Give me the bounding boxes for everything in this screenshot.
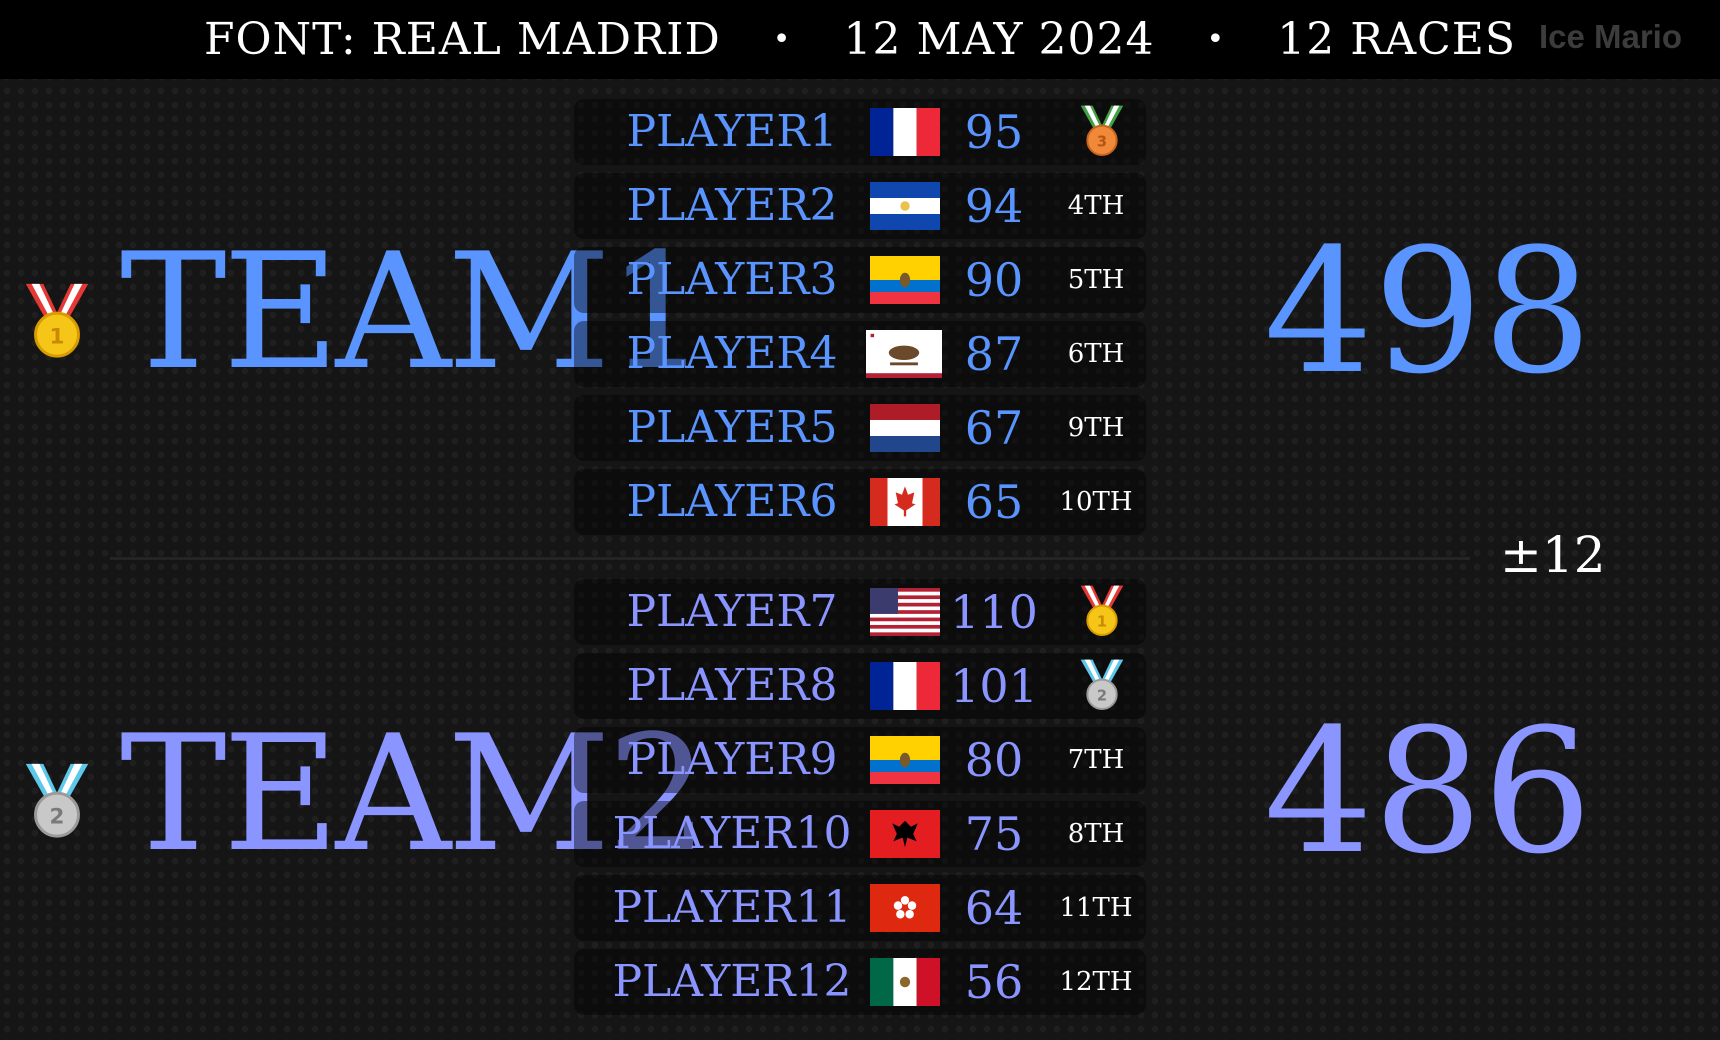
bronze-medal-icon: 3 xyxy=(1080,105,1124,156)
svg-text:2: 2 xyxy=(1097,687,1107,704)
svg-text:1: 1 xyxy=(50,324,65,349)
player-score: 94 xyxy=(964,179,1024,233)
player-score: 67 xyxy=(964,401,1024,455)
player-name: PLAYER2 xyxy=(626,180,838,231)
watermark: Ice Mario xyxy=(1538,18,1682,55)
usa-flag-icon xyxy=(870,588,940,636)
player-row: PLAYER4 87 6TH xyxy=(574,321,1146,387)
race-count: 12 RACES xyxy=(1277,14,1517,65)
score-difference: ±12 xyxy=(1500,526,1606,584)
player-row: PLAYER8 101 2 xyxy=(574,653,1146,719)
player-name: PLAYER1 xyxy=(626,106,838,157)
player-name: PLAYER4 xyxy=(626,328,838,379)
player-score: 90 xyxy=(964,253,1024,307)
player-row: PLAYER1 95 3 xyxy=(574,99,1146,165)
ecuador-flag-icon xyxy=(870,736,940,784)
player-place: 11TH xyxy=(1059,893,1133,923)
player-row: PLAYER6 65 10TH xyxy=(574,469,1146,535)
player-score: 110 xyxy=(950,585,1038,639)
player-row: PLAYER12 56 12TH xyxy=(574,949,1146,1015)
team2-score: 486 xyxy=(1263,691,1593,892)
player-score: 80 xyxy=(964,733,1024,787)
player-place: 12TH xyxy=(1059,967,1133,997)
player-row: PLAYER10 75 8TH xyxy=(574,801,1146,867)
gold-medal-icon: 1 xyxy=(1080,585,1124,636)
player-place: 7TH xyxy=(1067,745,1125,775)
event-date: 12 MAY 2024 xyxy=(843,14,1155,65)
player-name: PLAYER6 xyxy=(626,476,838,527)
player-place: 9TH xyxy=(1067,413,1125,443)
player-row: PLAYER9 80 7TH xyxy=(574,727,1146,793)
player-score: 95 xyxy=(964,105,1024,159)
player-name: PLAYER8 xyxy=(626,660,838,711)
player-place: 5TH xyxy=(1067,265,1125,295)
france-flag-icon xyxy=(870,662,940,710)
player-row: PLAYER2 94 4TH xyxy=(574,173,1146,239)
player-row: PLAYER3 90 5TH xyxy=(574,247,1146,313)
player-score: 56 xyxy=(964,955,1024,1009)
player-place: 4TH xyxy=(1067,191,1125,221)
player-name: PLAYER10 xyxy=(612,808,852,859)
separator-dot: • xyxy=(1206,22,1226,57)
france-flag-icon xyxy=(870,108,940,156)
team1-score: 498 xyxy=(1263,211,1593,412)
player-name: PLAYER3 xyxy=(626,254,838,305)
silver-medal-icon: 2 xyxy=(1080,659,1124,710)
player-name: PLAYER11 xyxy=(612,882,852,933)
svg-text:3: 3 xyxy=(1097,133,1107,150)
el-salvador-flag-icon xyxy=(870,182,940,230)
mexico-flag-icon xyxy=(870,958,940,1006)
player-name: PLAYER7 xyxy=(626,586,838,637)
player-name: PLAYER9 xyxy=(626,734,838,785)
svg-text:2: 2 xyxy=(50,804,65,829)
separator-dot: • xyxy=(772,22,792,57)
player-score: 75 xyxy=(964,807,1024,861)
header-info: FONT: REAL MADRID • 12 MAY 2024 • 12 RAC… xyxy=(0,0,1720,79)
netherlands-flag-icon xyxy=(870,404,940,452)
team-divider xyxy=(110,557,1470,560)
font-label: FONT: REAL MADRID xyxy=(203,14,721,65)
player-place: 6TH xyxy=(1067,339,1125,369)
silver-medal-icon: 2 xyxy=(25,763,89,838)
player-row: PLAYER5 67 9TH xyxy=(574,395,1146,461)
player-name: PLAYER12 xyxy=(612,956,852,1007)
player-score: 87 xyxy=(964,327,1024,381)
hong-kong-flag-icon xyxy=(870,884,940,932)
player-name: PLAYER5 xyxy=(626,402,838,453)
player-place: 8TH xyxy=(1067,819,1125,849)
albania-flag-icon xyxy=(870,810,940,858)
gold-medal-icon: 1 xyxy=(25,283,89,358)
player-row: PLAYER11 64 11TH xyxy=(574,875,1146,941)
player-score: 64 xyxy=(964,881,1024,935)
svg-text:1: 1 xyxy=(1097,613,1107,630)
ecuador-flag-icon xyxy=(870,256,940,304)
player-row: PLAYER7 110 1 xyxy=(574,579,1146,645)
canada-flag-icon xyxy=(870,478,940,526)
player-score: 65 xyxy=(964,475,1024,529)
california-flag-icon xyxy=(866,330,942,378)
player-place: 10TH xyxy=(1059,487,1133,517)
player-score: 101 xyxy=(950,659,1038,713)
